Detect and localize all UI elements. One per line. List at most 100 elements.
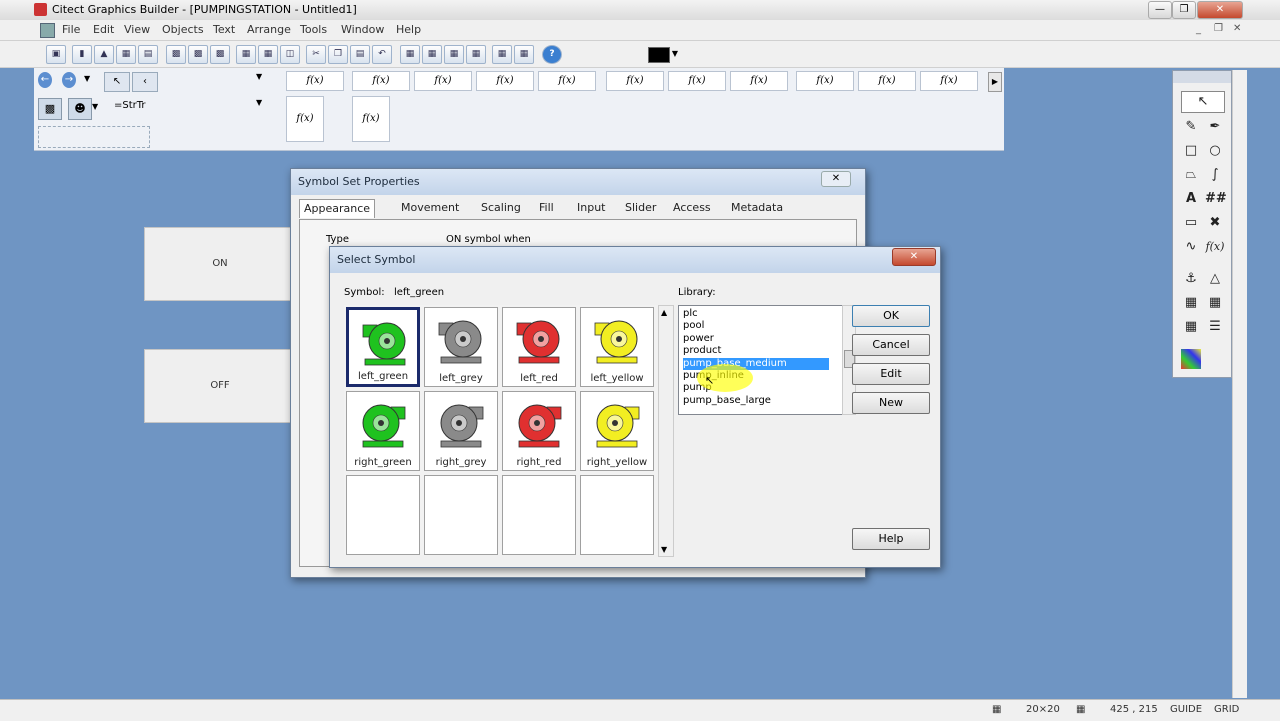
new-button[interactable]: New bbox=[852, 392, 930, 414]
color-swatch[interactable] bbox=[648, 47, 670, 63]
tab-movement[interactable]: Movement bbox=[397, 199, 463, 217]
tab-access[interactable]: Access bbox=[669, 199, 715, 217]
symbol-grid-scrollbar[interactable]: ▲ ▼ bbox=[658, 305, 674, 557]
distribute-icon[interactable]: ▦ bbox=[466, 45, 486, 64]
back-icon[interactable]: ← bbox=[38, 72, 52, 88]
color-palette-icon[interactable] bbox=[1181, 349, 1201, 369]
menu-file[interactable]: File bbox=[62, 23, 80, 36]
menu-text[interactable]: Text bbox=[213, 23, 235, 36]
tab-scaling[interactable]: Scaling bbox=[477, 199, 525, 217]
pointer-nav-icon[interactable]: ↖ bbox=[104, 72, 130, 92]
symbol-cell-left-red[interactable]: left_red bbox=[502, 307, 576, 387]
paste-icon[interactable]: ▤ bbox=[350, 45, 370, 64]
rectangle-icon[interactable]: □ bbox=[1181, 141, 1201, 161]
mdi-close-button[interactable]: ✕ bbox=[1233, 23, 1241, 34]
str-expression[interactable]: =StrTr bbox=[114, 100, 150, 116]
genie-fx-2[interactable]: f(x) bbox=[352, 71, 410, 91]
valve-tool-icon[interactable]: △ bbox=[1205, 269, 1225, 289]
pipe-icon[interactable]: ∫ bbox=[1205, 165, 1225, 185]
back-nav-icon[interactable]: ‹ bbox=[132, 72, 158, 92]
genie-fx-4[interactable]: f(x) bbox=[476, 71, 534, 91]
image-tool-icon[interactable]: ▦ bbox=[1181, 293, 1201, 313]
edit-button[interactable]: Edit bbox=[852, 363, 930, 385]
symbol-cell-empty[interactable] bbox=[346, 475, 420, 555]
tab-metadata[interactable]: Metadata bbox=[727, 199, 787, 217]
help-button[interactable]: Help bbox=[852, 528, 930, 550]
new-page-icon[interactable]: ▣ bbox=[46, 45, 66, 64]
maximize-button[interactable]: ❐ bbox=[1172, 1, 1196, 19]
symbol-cell-right-grey[interactable]: right_grey bbox=[424, 391, 498, 471]
forward-icon[interactable]: → bbox=[62, 72, 76, 88]
properties-icon[interactable]: ▤ bbox=[138, 45, 158, 64]
genie-fx-6[interactable]: f(x) bbox=[606, 71, 664, 91]
table-tool-icon[interactable]: ▦ bbox=[1181, 317, 1201, 337]
minimize-button[interactable]: — bbox=[1148, 1, 1172, 19]
library-item[interactable]: product bbox=[683, 345, 721, 357]
bring-front-icon[interactable]: ▦ bbox=[492, 45, 512, 64]
select-symbol-close-icon[interactable]: ✕ bbox=[892, 248, 936, 266]
on-button-object[interactable]: ON bbox=[144, 227, 296, 301]
library-icon[interactable]: ▮ bbox=[72, 45, 92, 64]
library-open-icon[interactable]: ▦ bbox=[258, 45, 278, 64]
menu-objects[interactable]: Objects bbox=[162, 23, 204, 36]
library-list[interactable]: plcpoolpowerproductpump_base_mediumpump_… bbox=[678, 305, 844, 415]
genie-fx-large-2[interactable]: f(x) bbox=[352, 96, 390, 142]
number-icon[interactable]: ## bbox=[1205, 189, 1227, 209]
menu-arrange[interactable]: Arrange bbox=[247, 23, 291, 36]
genie-fx-large-1[interactable]: f(x) bbox=[286, 96, 324, 142]
vertical-scrollbar[interactable] bbox=[1232, 70, 1247, 698]
undo-icon[interactable]: ↶ bbox=[372, 45, 392, 64]
menu-help[interactable]: Help bbox=[396, 23, 421, 36]
genie-icon[interactable]: ▲ bbox=[94, 45, 114, 64]
save-icon[interactable]: ◫ bbox=[280, 45, 300, 64]
library-item[interactable]: plc bbox=[683, 308, 698, 320]
symbol-cell-left-grey[interactable]: left_grey bbox=[424, 307, 498, 387]
symbol-cell-right-yellow[interactable]: right_yellow bbox=[580, 391, 654, 471]
genie-dropdown2-icon[interactable]: ▼ bbox=[256, 98, 262, 107]
print-icon[interactable]: ▩ bbox=[166, 45, 186, 64]
select-pointer-icon[interactable]: ↖ bbox=[1181, 91, 1225, 113]
dialog-close-icon[interactable]: ✕ bbox=[821, 171, 851, 187]
symbol-cell-left-green[interactable]: left_green bbox=[346, 307, 420, 387]
text-icon[interactable]: A bbox=[1181, 189, 1201, 209]
mdi-restore-button[interactable]: ❐ bbox=[1214, 23, 1223, 34]
symbol-cell-left-yellow[interactable]: left_yellow bbox=[580, 307, 654, 387]
symbol-cell-right-green[interactable]: right_green bbox=[346, 391, 420, 471]
nav-dropdown-icon[interactable]: ▼ bbox=[84, 74, 90, 83]
button-tool-icon[interactable]: ▭ bbox=[1181, 213, 1201, 233]
printer-icon[interactable]: ▩ bbox=[38, 98, 62, 120]
scroll-up-icon[interactable]: ▲ bbox=[661, 308, 667, 317]
scroll-down-icon[interactable]: ▼ bbox=[661, 545, 667, 554]
pen-icon[interactable]: ✒ bbox=[1205, 117, 1225, 137]
genie-fx-1[interactable]: f(x) bbox=[286, 71, 344, 91]
genie-fx-9[interactable]: f(x) bbox=[796, 71, 854, 91]
symbol-set-icon[interactable]: ✖ bbox=[1205, 213, 1225, 233]
tab-appearance[interactable]: Appearance bbox=[299, 199, 376, 218]
pump-tool-icon[interactable]: ⚓ bbox=[1181, 269, 1201, 289]
chart-tool-icon[interactable]: ▦ bbox=[1205, 293, 1225, 313]
symbol-cell-empty[interactable] bbox=[502, 475, 576, 555]
genie-fx-10[interactable]: f(x) bbox=[858, 71, 916, 91]
library-item[interactable]: power bbox=[683, 333, 714, 345]
ungroup-icon[interactable]: ▦ bbox=[422, 45, 442, 64]
genie-fx-11[interactable]: f(x) bbox=[920, 71, 978, 91]
menu-view[interactable]: View bbox=[124, 23, 150, 36]
cut-doc-icon[interactable]: ▩ bbox=[188, 45, 208, 64]
group-icon[interactable]: ▦ bbox=[400, 45, 420, 64]
align-icon[interactable]: ▦ bbox=[444, 45, 464, 64]
close-button[interactable]: ✕ bbox=[1197, 1, 1243, 19]
compile-icon[interactable]: ▦ bbox=[236, 45, 256, 64]
library-item[interactable]: pool bbox=[683, 320, 704, 332]
cicode-object-icon[interactable]: f(x) bbox=[1205, 237, 1225, 257]
menu-edit[interactable]: Edit bbox=[93, 23, 114, 36]
symbol-cell-empty[interactable] bbox=[424, 475, 498, 555]
symbol-cell-right-red[interactable]: right_red bbox=[502, 391, 576, 471]
ok-button[interactable]: OK bbox=[852, 305, 930, 327]
genie-fx-7[interactable]: f(x) bbox=[668, 71, 726, 91]
tab-input[interactable]: Input bbox=[573, 199, 609, 217]
user-icon[interactable]: ☻ bbox=[68, 98, 92, 120]
genie-fx-8[interactable]: f(x) bbox=[730, 71, 788, 91]
cancel-button[interactable]: Cancel bbox=[852, 334, 930, 356]
user-dropdown-icon[interactable]: ▼ bbox=[92, 102, 98, 111]
pencil-icon[interactable]: ✎ bbox=[1181, 117, 1201, 137]
